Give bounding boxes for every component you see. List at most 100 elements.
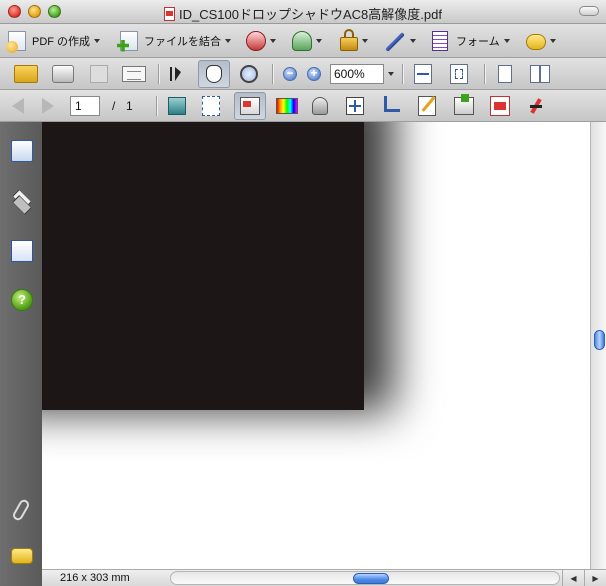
fit-width-icon: [414, 63, 432, 84]
toolbar-toggle-button[interactable]: [579, 6, 599, 16]
page-number-input-wrap: 1: [70, 90, 100, 121]
flask-icon: [312, 96, 328, 115]
navigation-toolbar: 1 / 1: [0, 90, 606, 122]
trim-box-button[interactable]: [202, 90, 220, 121]
chevron-down-icon: [550, 38, 556, 43]
scroll-left-arrow-icon[interactable]: ◀: [562, 570, 584, 586]
trim-box-icon: [202, 95, 220, 116]
single-page-view-button[interactable]: [498, 58, 512, 89]
print-button[interactable]: [52, 58, 74, 89]
chevron-down-icon[interactable]: [388, 71, 394, 76]
export-icon: [246, 30, 266, 51]
crop-tool-button[interactable]: [380, 90, 400, 121]
forms-icon: [432, 30, 448, 51]
title-bar: ID_CS100ドロップシャドウAC8高解像度.pdf: [0, 0, 606, 24]
create-pdf-icon: [6, 30, 26, 53]
pen-icon: [384, 30, 406, 52]
chevron-down-icon: [503, 38, 510, 43]
select-cursor-icon: [168, 63, 188, 85]
chevron-down-icon: [270, 38, 276, 43]
status-bar: 216 x 303 mm ◀ ▶: [42, 569, 606, 586]
page-number-input[interactable]: 1: [70, 95, 100, 116]
hand-tool-button[interactable]: [198, 60, 230, 88]
fit-width-button[interactable]: [414, 58, 432, 89]
layers-icon[interactable]: [11, 190, 33, 212]
horizontal-scrollbar[interactable]: [170, 571, 560, 585]
arrow-left-icon: [12, 97, 24, 114]
mail-icon: [122, 65, 146, 82]
create-pdf-label: PDF の作成: [32, 35, 91, 48]
next-page-button[interactable]: [42, 90, 54, 121]
toolbar-separator: [272, 64, 273, 84]
select-tool-button[interactable]: [168, 58, 188, 89]
magnifier-icon: [240, 64, 258, 83]
attachments-icon[interactable]: [11, 497, 31, 523]
color-spectrum-icon: [276, 97, 298, 114]
review-comment-button[interactable]: [526, 24, 556, 57]
arrow-right-icon: [42, 97, 54, 114]
open-button[interactable]: [14, 58, 38, 89]
toolbar-separator: [484, 64, 485, 84]
sign-button[interactable]: [384, 24, 416, 57]
zoom-out-button[interactable]: −: [283, 58, 297, 89]
horizontal-scroll-thumb[interactable]: [353, 573, 389, 584]
download-tray-icon: [454, 93, 474, 115]
single-page-icon: [498, 64, 512, 83]
two-page-view-button[interactable]: [530, 58, 550, 89]
page-size-readout: 216 x 303 mm: [60, 572, 130, 584]
vertical-scrollbar[interactable]: [590, 122, 606, 569]
forms-button[interactable]: フォーム: [432, 24, 510, 57]
fit-page-button[interactable]: [450, 58, 468, 89]
window-title: ID_CS100ドロップシャドウAC8高解像度.pdf: [179, 7, 442, 22]
chevron-down-icon: [410, 38, 416, 43]
secure-button[interactable]: [340, 24, 368, 57]
navigation-pane: ?: [0, 122, 42, 586]
printer-icon: [52, 64, 74, 83]
acrobat-distiller-button[interactable]: [528, 90, 544, 121]
file-view-toolbar: − + 600%: [0, 58, 606, 90]
acrobat-window: ID_CS100ドロップシャドウAC8高解像度.pdf PDF の作成 ファイル…: [0, 0, 606, 586]
zoom-level-select[interactable]: 600%: [330, 58, 394, 89]
save-icon: [90, 64, 108, 83]
save-button[interactable]: [90, 58, 108, 89]
zoom-tool-button[interactable]: [240, 58, 258, 89]
preflight-button[interactable]: [234, 92, 266, 120]
separation-preview-button[interactable]: [276, 90, 298, 121]
combine-files-icon: [117, 30, 138, 52]
document-view[interactable]: [42, 122, 590, 569]
comments-icon[interactable]: [11, 548, 33, 564]
output-preview-button[interactable]: [168, 90, 186, 121]
two-page-icon: [530, 64, 550, 83]
folder-icon: [14, 64, 38, 83]
export-button[interactable]: [246, 24, 276, 57]
output-preview-icon: [168, 96, 186, 115]
preflight-icon: [240, 97, 260, 115]
scroll-arrows: ◀ ▶: [562, 570, 606, 586]
chevron-down-icon: [225, 38, 231, 43]
collaborate-button[interactable]: [292, 24, 322, 57]
fit-page-icon: [450, 63, 468, 84]
signatures-icon[interactable]: [11, 240, 33, 262]
zoom-level-field[interactable]: 600%: [330, 63, 384, 84]
chevron-down-icon: [316, 38, 322, 43]
crop-icon: [380, 95, 400, 116]
pages-icon[interactable]: [11, 140, 33, 162]
touchup-tool-button[interactable]: [418, 90, 436, 121]
zoom-in-button[interactable]: +: [307, 58, 321, 89]
combine-files-button[interactable]: ファイルを結合: [117, 24, 231, 57]
black-box-object: [42, 122, 364, 410]
email-button[interactable]: [122, 58, 146, 89]
lock-icon: [340, 28, 358, 51]
scroll-right-arrow-icon[interactable]: ▶: [584, 570, 606, 586]
crosshair-tool-button[interactable]: [346, 90, 364, 121]
fix-hairlines-button[interactable]: [454, 90, 474, 121]
create-pdf-button[interactable]: PDF の作成: [6, 24, 101, 57]
vertical-scroll-thumb[interactable]: [594, 330, 605, 350]
page-separator: /: [112, 98, 116, 113]
help-icon[interactable]: ?: [11, 289, 33, 311]
convert-colors-button[interactable]: [490, 90, 510, 121]
distiller-icon: [528, 97, 544, 114]
ink-manager-button[interactable]: [312, 90, 328, 121]
previous-page-button[interactable]: [12, 90, 24, 121]
combine-files-label: ファイルを結合: [144, 35, 221, 48]
